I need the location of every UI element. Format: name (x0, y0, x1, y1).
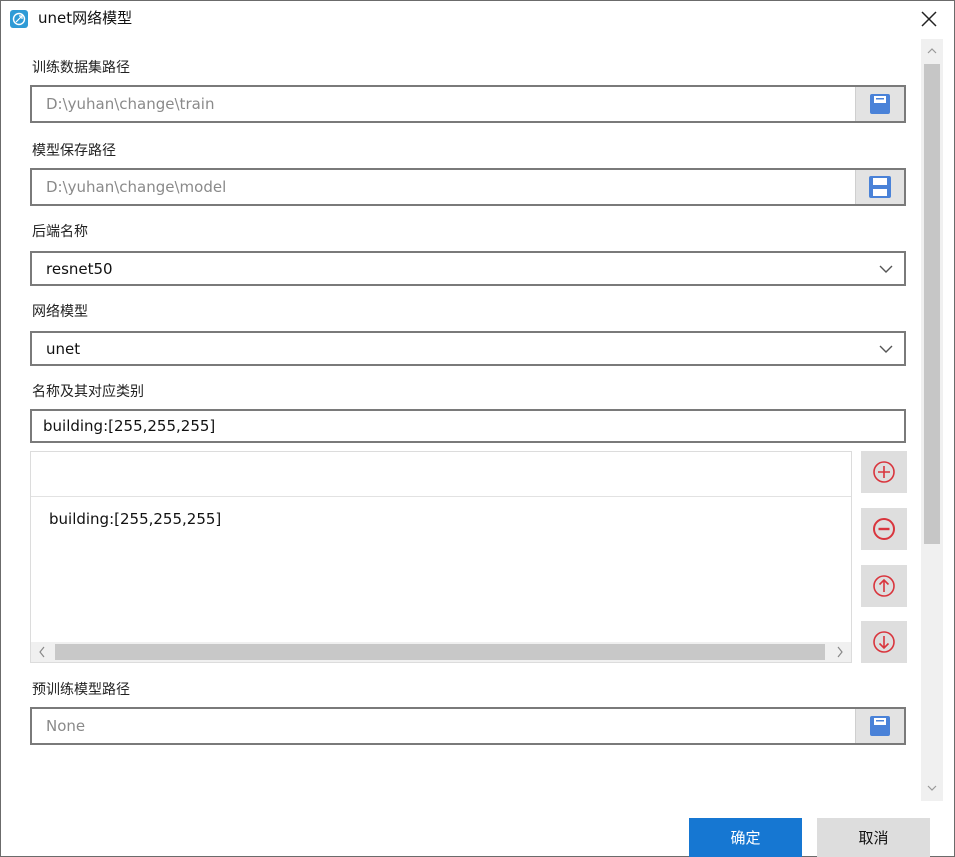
train-path-browse-button[interactable] (855, 87, 904, 121)
arrow-up-circle-icon (873, 575, 895, 597)
app-leaf-icon (10, 10, 28, 28)
cancel-button[interactable]: 取消 (817, 818, 930, 857)
minus-circle-icon (873, 518, 895, 540)
pretrained-path-field[interactable]: None (30, 707, 906, 745)
backend-label: 后端名称 (32, 224, 88, 240)
close-button[interactable] (911, 5, 947, 33)
window-title: unet网络模型 (38, 9, 133, 27)
network-select[interactable]: unet (30, 331, 906, 366)
title-bar: unet网络模型 (1, 1, 954, 37)
chevron-down-icon (879, 345, 893, 353)
model-save-path-field[interactable]: D:\yuhan\change\model (30, 168, 906, 206)
vertical-scroll-thumb[interactable] (924, 64, 940, 544)
add-class-button[interactable] (861, 451, 907, 493)
chevron-up-icon (927, 48, 937, 54)
classes-input[interactable]: building:[255,255,255] (30, 409, 906, 443)
pretrained-path-label: 预训练模型路径 (32, 682, 130, 698)
arrow-down-circle-icon (873, 631, 895, 653)
dialog-window: unet网络模型 训练数据集路径 D:\yuhan\change\train 模… (0, 0, 955, 857)
classes-list-header (31, 452, 851, 497)
classes-label: 名称及其对应类别 (32, 384, 144, 400)
remove-class-button[interactable] (861, 508, 907, 550)
classes-input-value: building:[255,255,255] (43, 417, 216, 435)
move-down-button[interactable] (861, 621, 907, 663)
chevron-down-icon (879, 265, 893, 273)
model-save-path-browse-button[interactable] (855, 170, 904, 204)
pretrained-path-value: None (46, 717, 86, 735)
save-icon (869, 176, 891, 198)
plus-circle-icon (873, 461, 895, 483)
chevron-right-icon (837, 646, 843, 658)
save-icon (870, 94, 890, 114)
list-item[interactable]: building:[255,255,255] (49, 510, 221, 528)
model-save-path-label: 模型保存路径 (32, 143, 116, 159)
train-path-value: D:\yuhan\change\train (46, 95, 215, 113)
move-up-button[interactable] (861, 565, 907, 607)
horizontal-scroll-thumb[interactable] (55, 644, 825, 660)
horizontal-scrollbar[interactable] (31, 642, 851, 662)
network-value: unet (46, 340, 81, 358)
model-save-path-value: D:\yuhan\change\model (46, 178, 227, 196)
classes-list[interactable]: building:[255,255,255] (30, 451, 852, 663)
network-label: 网络模型 (32, 304, 88, 320)
train-path-label: 训练数据集路径 (32, 60, 130, 76)
save-icon (870, 716, 890, 736)
backend-select[interactable]: resnet50 (30, 251, 906, 286)
backend-value: resnet50 (46, 260, 113, 278)
chevron-left-icon (39, 646, 45, 658)
close-icon (921, 11, 937, 27)
chevron-down-icon (927, 785, 937, 791)
ok-button[interactable]: 确定 (689, 818, 802, 857)
train-path-field[interactable]: D:\yuhan\change\train (30, 85, 906, 123)
pretrained-path-browse-button[interactable] (855, 709, 904, 743)
vertical-scrollbar[interactable] (921, 39, 943, 801)
